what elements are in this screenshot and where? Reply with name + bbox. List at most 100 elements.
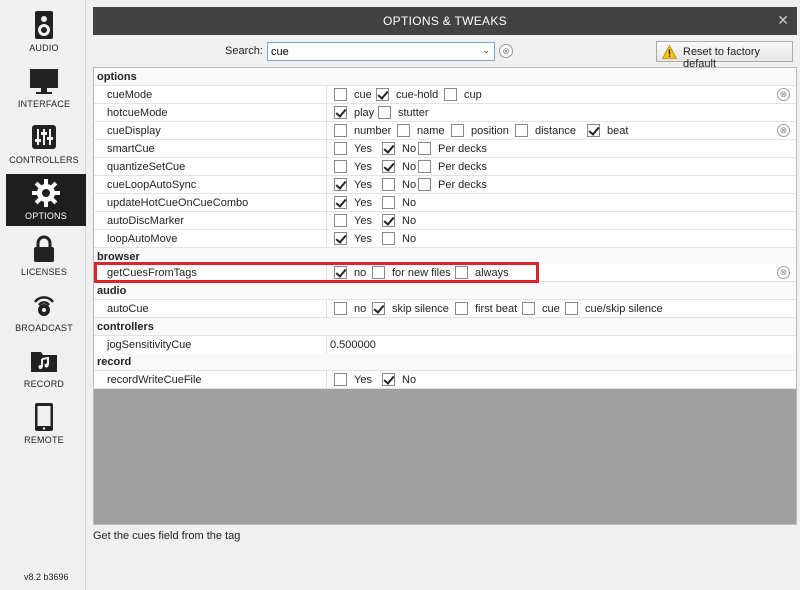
checkbox-label: cup [464,89,482,101]
column-divider [326,86,327,104]
checkbox[interactable] [334,373,347,386]
checkbox[interactable] [372,302,385,315]
checkbox-label: always [475,267,509,279]
checkbox-label: cue/skip silence [585,303,663,315]
checkbox-label: position [471,125,509,137]
checkbox[interactable] [451,124,464,137]
sidebar-item-interface[interactable]: INTERFACE [4,62,84,114]
reset-to-factory-default-button[interactable]: Reset to factory default [656,41,793,70]
sidebar-item-label: LICENSES [20,267,68,277]
sidebar-item-audio[interactable]: AUDIO [4,6,84,58]
column-divider [326,140,327,158]
checkbox[interactable] [455,302,468,315]
column-divider [326,230,327,248]
title-bar: OPTIONS & TWEAKS ✕ [93,7,797,35]
reset-option-icon[interactable]: ⊗ [777,124,790,137]
checkbox[interactable] [522,302,535,315]
sidebar-item-licenses[interactable]: LICENSES [4,230,84,282]
checkbox-label: Yes [354,215,372,227]
column-divider [326,336,327,354]
checkbox[interactable] [334,88,347,101]
checkbox-label: Yes [354,374,372,386]
sidebar-item-controllers[interactable]: CONTROLLERS [4,118,84,170]
option-name: quantizeSetCue [107,161,186,173]
checkbox[interactable] [382,160,395,173]
checkbox-label: No [402,143,417,155]
reset-option-icon[interactable]: ⊗ [777,266,790,279]
checkbox[interactable] [382,142,395,155]
checkbox[interactable] [334,160,347,173]
checkbox[interactable] [418,142,431,155]
checkbox-label: first beat [475,303,518,315]
section-title: browser [97,251,140,263]
checkbox[interactable] [372,266,385,279]
checkbox-label: no [354,267,367,279]
checkbox[interactable] [455,266,468,279]
broadcast-icon [33,296,55,316]
section-header: options [94,68,796,86]
checkbox[interactable] [334,124,347,137]
option-name: hotcueMode [107,107,168,119]
sidebar-item-broadcast[interactable]: BROADCAST [4,286,84,338]
sidebar-item-label: REMOTE [24,435,64,445]
checkbox[interactable] [382,232,395,245]
lock-icon [34,235,54,262]
checkbox[interactable] [334,266,347,279]
option-name: cueDisplay [107,125,161,137]
checkbox[interactable] [382,373,395,386]
sidebar-item-remote[interactable]: REMOTE [4,398,84,450]
checkbox[interactable] [334,232,347,245]
checkbox[interactable] [382,214,395,227]
chevron-down-icon[interactable]: ⌄ [482,45,490,56]
reset-option-icon[interactable]: ⊗ [777,88,790,101]
checkbox-label: stutter [398,107,429,119]
column-divider [326,158,327,176]
option-row-cue-mode: cueMode cue cue-hold cup ⊗ [94,86,796,104]
checkbox-label: Per decks [438,143,487,155]
search-combobox[interactable]: ⌄ [267,42,495,61]
option-row-auto-cue: autoCue no skip silence first beat cue cue/sk… [94,300,796,318]
option-row-update-hot-cue-on-cue-combo: updateHotCueOnCueCombo Yes No [94,194,796,212]
checkbox[interactable] [397,124,410,137]
sidebar-item-record[interactable]: RECORD [4,342,84,394]
checkbox[interactable] [334,106,347,119]
checkbox-label: for new files [392,267,451,279]
checkbox[interactable] [334,214,347,227]
sliders-icon [32,125,56,149]
checkbox-label: Per decks [438,179,487,191]
option-row-cue-loop-auto-sync: cueLoopAutoSync Yes No Per decks [94,176,796,194]
option-value-field[interactable]: 0.500000 [330,339,376,351]
checkbox[interactable] [334,178,347,191]
sidebar-item-label: BROADCAST [15,323,73,333]
column-divider [326,300,327,318]
option-name: updateHotCueOnCueCombo [107,197,249,209]
checkbox[interactable] [378,106,391,119]
checkbox-label: cue [542,303,560,315]
option-row-cue-display: cueDisplay number name position distance beat… [94,122,796,140]
checkbox[interactable] [334,302,347,315]
checkbox-label: beat [607,125,629,137]
option-row-auto-disc-marker: autoDiscMarker Yes No [94,212,796,230]
clear-search-icon[interactable]: ⊗ [499,44,513,58]
option-name: cueMode [107,89,153,101]
column-divider [326,264,327,282]
checkbox[interactable] [565,302,578,315]
checkbox[interactable] [334,142,347,155]
checkbox-label: distance [535,125,576,137]
column-divider [326,104,327,122]
checkbox[interactable] [376,88,389,101]
search-input[interactable] [271,44,471,59]
checkbox-label: No [402,374,417,386]
checkbox[interactable] [382,196,395,209]
checkbox[interactable] [587,124,600,137]
sidebar-item-options[interactable]: OPTIONS [6,174,86,226]
option-row-record-write-cue-file: recordWriteCueFile Yes No [94,371,796,389]
option-name: autoCue [107,303,149,315]
checkbox[interactable] [418,160,431,173]
checkbox[interactable] [418,178,431,191]
checkbox[interactable] [334,196,347,209]
checkbox[interactable] [444,88,457,101]
checkbox[interactable] [515,124,528,137]
checkbox[interactable] [382,178,395,191]
close-icon[interactable]: ✕ [777,12,789,29]
